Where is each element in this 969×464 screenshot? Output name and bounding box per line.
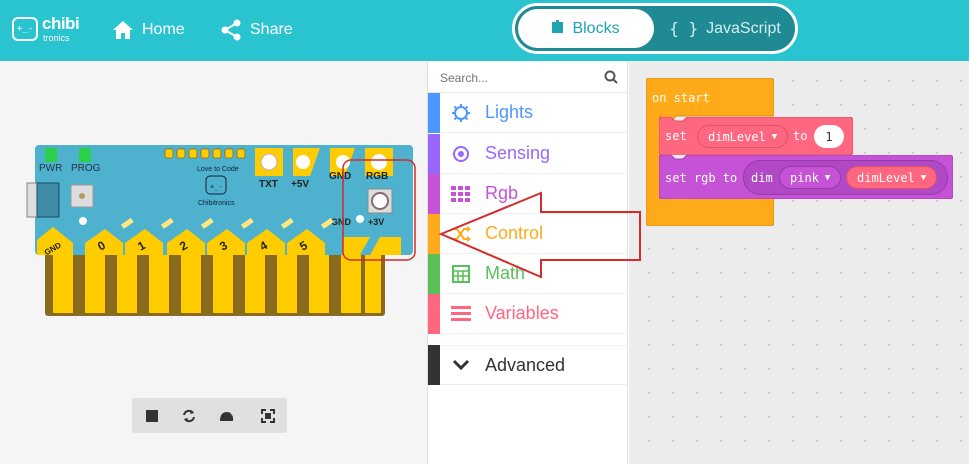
puzzle-icon [552, 19, 564, 38]
dimlevel-variable-reporter[interactable]: dimLevel ▼ [846, 166, 938, 189]
board-logo-name: Chibitronics [198, 200, 235, 207]
dimlevel-reporter-label: dimLevel [857, 170, 915, 185]
category-variables-label: Variables [485, 303, 559, 323]
category-advanced-label: Advanced [485, 354, 566, 375]
blocks-tab[interactable]: Blocks [518, 9, 654, 48]
share-button[interactable]: Share [220, 17, 293, 43]
logo-subtext: tronics [43, 33, 70, 43]
category-advanced[interactable]: Advanced [428, 345, 628, 385]
list-icon [450, 303, 472, 325]
arrow-annotation [438, 191, 641, 279]
top-bar: +_- chibi tronics Home Share Blocks { } … [0, 0, 969, 61]
home-button[interactable]: Home [112, 17, 185, 43]
home-icon [113, 21, 133, 39]
set-rgb-keyword: set rgb to [665, 171, 738, 185]
category-lights-color [428, 92, 440, 133]
category-sensing[interactable]: Sensing [428, 133, 628, 174]
search-input[interactable] [440, 69, 600, 87]
dim-keyword: dim [751, 171, 773, 185]
fullscreen-icon [260, 408, 275, 423]
stop-icon [145, 409, 158, 422]
set-variable-block[interactable]: set dimLevel ▼ to 1 [659, 117, 853, 155]
slow-motion-icon [219, 411, 233, 421]
5v-pin-label: +5V [291, 179, 309, 190]
highlight-annotation [342, 159, 416, 261]
on-start-label: on start [652, 91, 710, 105]
share-icon [221, 19, 241, 41]
variable-dropdown-label: dimLevel [708, 129, 766, 144]
restart-button[interactable] [171, 398, 206, 433]
search-icon [604, 70, 618, 84]
category-variables[interactable]: Variables [428, 293, 628, 334]
pwr-label: PWR [39, 163, 62, 174]
to-keyword: to [793, 129, 808, 143]
chevron-down-icon [450, 354, 472, 376]
category-sensing-label: Sensing [485, 143, 551, 163]
variable-dropdown[interactable]: dimLevel ▼ [697, 125, 789, 148]
color-dropdown-label: pink [790, 170, 819, 185]
board-logo-text: Love to Code [197, 166, 239, 173]
slow-motion-button[interactable] [208, 398, 243, 433]
home-label: Home [142, 21, 185, 38]
logo-text: chibi [42, 14, 80, 33]
color-dropdown[interactable]: pink ▼ [779, 166, 842, 189]
caret-down-icon: ▼ [920, 172, 927, 183]
javascript-tab[interactable]: { } JavaScript [659, 9, 791, 48]
set-keyword: set [665, 129, 687, 143]
blocks-workspace[interactable]: on start set dimLevel ▼ to 1 set rgb to d… [629, 61, 969, 464]
txt-pin-label: TXT [259, 179, 278, 190]
toolbox-search [428, 61, 628, 93]
chibitronics-logo[interactable]: +_- chibi tronics [12, 14, 86, 46]
blocks-tab-label: Blocks [572, 19, 620, 37]
simulator-panel: PWR PROG Love to Code +_- Chibitronics T… [0, 61, 427, 464]
category-variables-color [428, 293, 440, 334]
category-advanced-color [428, 345, 440, 385]
prog-label: PROG [71, 163, 101, 174]
stop-button[interactable] [134, 398, 169, 433]
share-label: Share [250, 21, 293, 38]
category-sensing-color [428, 133, 440, 174]
board-face-icon: +_- [210, 183, 223, 191]
fullscreen-button[interactable] [250, 398, 285, 433]
braces-icon: { } [669, 19, 699, 38]
lightbulb-icon [450, 102, 472, 124]
simulator-toolbar [132, 398, 287, 433]
category-lights[interactable]: Lights [428, 92, 628, 133]
caret-down-icon: ▼ [771, 131, 778, 142]
value-number-input[interactable]: 1 [814, 125, 844, 148]
logo-face-icon: +_- [12, 17, 38, 41]
set-rgb-block[interactable]: set rgb to dim pink ▼ dimLevel ▼ [659, 155, 953, 199]
editor-toggle: Blocks { } JavaScript [512, 3, 798, 54]
caret-down-icon: ▼ [824, 172, 831, 183]
javascript-tab-label: JavaScript [706, 19, 781, 37]
category-lights-label: Lights [485, 102, 534, 122]
restart-icon [182, 409, 195, 422]
radio-target-icon [450, 143, 472, 165]
